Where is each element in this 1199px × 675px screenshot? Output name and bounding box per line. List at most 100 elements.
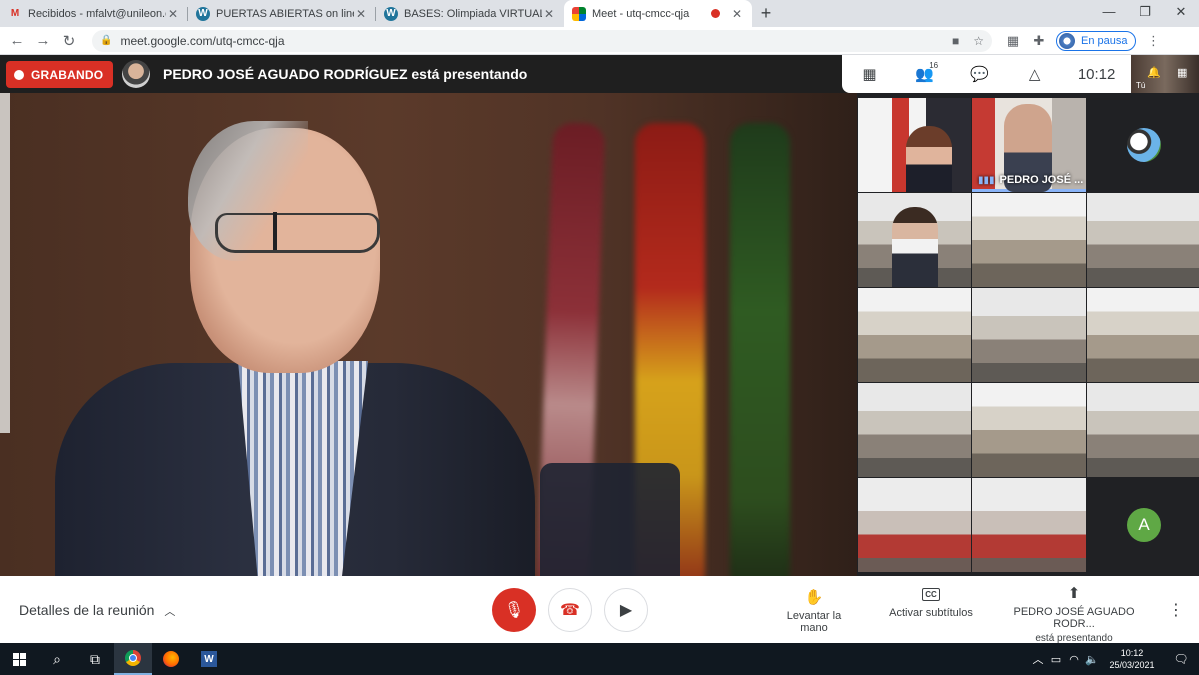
- microphone-toggle-button[interactable]: 🎙: [492, 588, 536, 632]
- participant-tile[interactable]: [858, 193, 971, 287]
- tab-bases-olimpiada[interactable]: W BASES: Olimpiada VIRTUAL 2020/ ✕: [376, 0, 564, 27]
- participant-tile[interactable]: ▮▮▮ PEDRO JOSÉ ...: [972, 98, 1086, 192]
- word-taskbar-button[interactable]: W: [190, 643, 228, 675]
- tab-puertas-abiertas[interactable]: W PUERTAS ABIERTAS on line 2021 ✕: [188, 0, 376, 27]
- tab-meet[interactable]: Meet - utq-cmcc-qja ✕: [564, 0, 752, 27]
- start-button[interactable]: [0, 643, 38, 675]
- participant-count: 16: [929, 61, 939, 70]
- activities-icon[interactable]: △: [1007, 65, 1062, 83]
- volume-icon[interactable]: 🔈: [1083, 653, 1101, 666]
- extensions-icon[interactable]: ✚: [1026, 33, 1052, 49]
- new-tab-button[interactable]: +: [752, 0, 780, 27]
- camera-toggle-button[interactable]: ▶: [604, 588, 648, 632]
- raise-hand-label: Levantar la mano: [786, 610, 842, 634]
- reload-icon[interactable]: ↻: [56, 32, 82, 50]
- camera-permission-icon[interactable]: ■: [952, 34, 959, 48]
- clock-time: 10:12: [1120, 648, 1144, 658]
- network-icon[interactable]: ◠: [1065, 653, 1083, 666]
- expand-icon[interactable]: ▦: [1177, 66, 1187, 79]
- participant-tile[interactable]: [972, 288, 1086, 382]
- video-camera-icon: ▶: [619, 602, 633, 619]
- address-bar[interactable]: 🔒 meet.google.com/utq-cmcc-qja ■ ☆: [92, 29, 992, 52]
- close-window-icon[interactable]: ✕: [1163, 0, 1199, 27]
- participant-tile[interactable]: [1087, 98, 1199, 192]
- presenter-avatar: [122, 60, 150, 88]
- participant-tile[interactable]: [858, 383, 971, 477]
- clock-date: 25/03/2021: [1109, 660, 1155, 670]
- browser-toolbar: ← → ↻ 🔒 meet.google.com/utq-cmcc-qja ■ ☆…: [0, 27, 1199, 55]
- participant-tile[interactable]: [1087, 383, 1199, 477]
- chair: [540, 463, 680, 576]
- chrome-taskbar-button[interactable]: [114, 643, 152, 675]
- participant-tile[interactable]: [972, 478, 1086, 572]
- close-tab-icon[interactable]: ✕: [354, 7, 368, 21]
- lock-icon[interactable]: 🔒: [100, 35, 112, 46]
- browser-menu-icon[interactable]: ⋮: [1140, 33, 1166, 49]
- gmail-icon: M: [10, 8, 20, 19]
- window-controls: — ❐ ✕: [1091, 0, 1199, 27]
- tab-title: Recibidos - mfalvt@unileon.es -: [28, 7, 166, 20]
- presenting-status-button[interactable]: ⬆ PEDRO JOSÉ AGUADO RODR... está present…: [996, 584, 1152, 644]
- hang-up-button[interactable]: ☎: [548, 588, 592, 632]
- participant-tile[interactable]: [858, 288, 971, 382]
- more-options-icon[interactable]: ⋮: [1168, 600, 1184, 620]
- main-video-feed[interactable]: [0, 93, 857, 576]
- tab-gmail[interactable]: M Recibidos - mfalvt@unileon.es - ✕: [0, 0, 188, 27]
- task-view-icon[interactable]: ⧉: [76, 643, 114, 675]
- participant-tile[interactable]: [858, 98, 971, 192]
- apps-grid-icon[interactable]: ▦: [1000, 33, 1026, 49]
- tab-title: Meet - utq-cmcc-qja: [592, 7, 690, 20]
- captions-button[interactable]: CC Activar subtítulos: [886, 588, 976, 619]
- wordpress-icon: W: [196, 6, 210, 21]
- pin-icon[interactable]: 🔔: [1147, 66, 1161, 79]
- speaker-glasses: [215, 212, 380, 253]
- close-tab-icon[interactable]: ✕: [730, 7, 744, 21]
- presenter-name: PEDRO JOSÉ AGUADO RODR...: [1013, 606, 1135, 630]
- chat-icon[interactable]: 💬: [952, 65, 1007, 83]
- participants-button[interactable]: 👥 16: [897, 61, 952, 83]
- search-icon[interactable]: ⌕: [38, 643, 76, 675]
- maximize-icon[interactable]: ❐: [1127, 0, 1163, 27]
- back-icon[interactable]: ←: [4, 32, 30, 49]
- firefox-icon: [163, 651, 179, 667]
- participant-name: PEDRO JOSÉ ...: [999, 174, 1084, 186]
- participant-tile[interactable]: [1087, 288, 1199, 382]
- participant-tile[interactable]: [858, 478, 971, 572]
- forward-icon[interactable]: →: [30, 32, 56, 49]
- meeting-details-button[interactable]: Detalles de la reunión ︿: [19, 602, 175, 619]
- self-view-tile[interactable]: 🔔 ▦ Tú: [1131, 55, 1199, 93]
- system-clock[interactable]: 10:12 25/03/2021: [1101, 647, 1163, 671]
- call-controls-bar: Detalles de la reunión ︿ 🎙 ☎ ▶ ✋ Levantar…: [0, 576, 1199, 644]
- layout-grid-icon[interactable]: ▦: [842, 65, 897, 83]
- participant-tile[interactable]: A: [1087, 478, 1199, 572]
- profile-status: En pausa: [1081, 34, 1128, 47]
- word-icon: W: [201, 651, 217, 667]
- participant-tile[interactable]: [972, 383, 1086, 477]
- meet-window: GRABANDO PEDRO JOSÉ AGUADO RODRÍGUEZ est…: [0, 55, 1199, 644]
- meet-icon: [572, 6, 586, 21]
- profile-button[interactable]: En pausa: [1056, 30, 1137, 51]
- battery-icon[interactable]: ▭: [1047, 653, 1065, 666]
- minimize-icon[interactable]: —: [1091, 0, 1127, 27]
- record-dot-icon: [14, 69, 24, 80]
- notifications-icon[interactable]: 🗨: [1163, 652, 1199, 666]
- participant-tile[interactable]: [1087, 193, 1199, 287]
- wall: [0, 93, 10, 433]
- avatar: [1059, 32, 1075, 49]
- phone-hangup-icon: ☎: [560, 602, 580, 619]
- chevron-up-icon: ︿: [164, 606, 176, 618]
- recording-label: GRABANDO: [31, 67, 104, 82]
- firefox-taskbar-button[interactable]: [152, 643, 190, 675]
- close-tab-icon[interactable]: ✕: [166, 7, 180, 21]
- url-text: meet.google.com/utq-cmcc-qja: [120, 33, 285, 48]
- recording-indicator-icon: [711, 9, 720, 18]
- speaking-indicator-icon: ▮▮▮: [978, 174, 995, 186]
- close-tab-icon[interactable]: ✕: [542, 7, 556, 21]
- chevron-up-icon[interactable]: ︿: [1029, 651, 1047, 667]
- participant-tile[interactable]: [972, 193, 1086, 287]
- present-screen-icon: ⬆: [1067, 585, 1081, 602]
- raise-hand-button[interactable]: ✋ Levantar la mano: [772, 588, 856, 634]
- hand-icon: ✋: [804, 589, 824, 606]
- bookmark-star-icon[interactable]: ☆: [973, 34, 984, 48]
- meeting-details-label: Detalles de la reunión: [19, 602, 155, 618]
